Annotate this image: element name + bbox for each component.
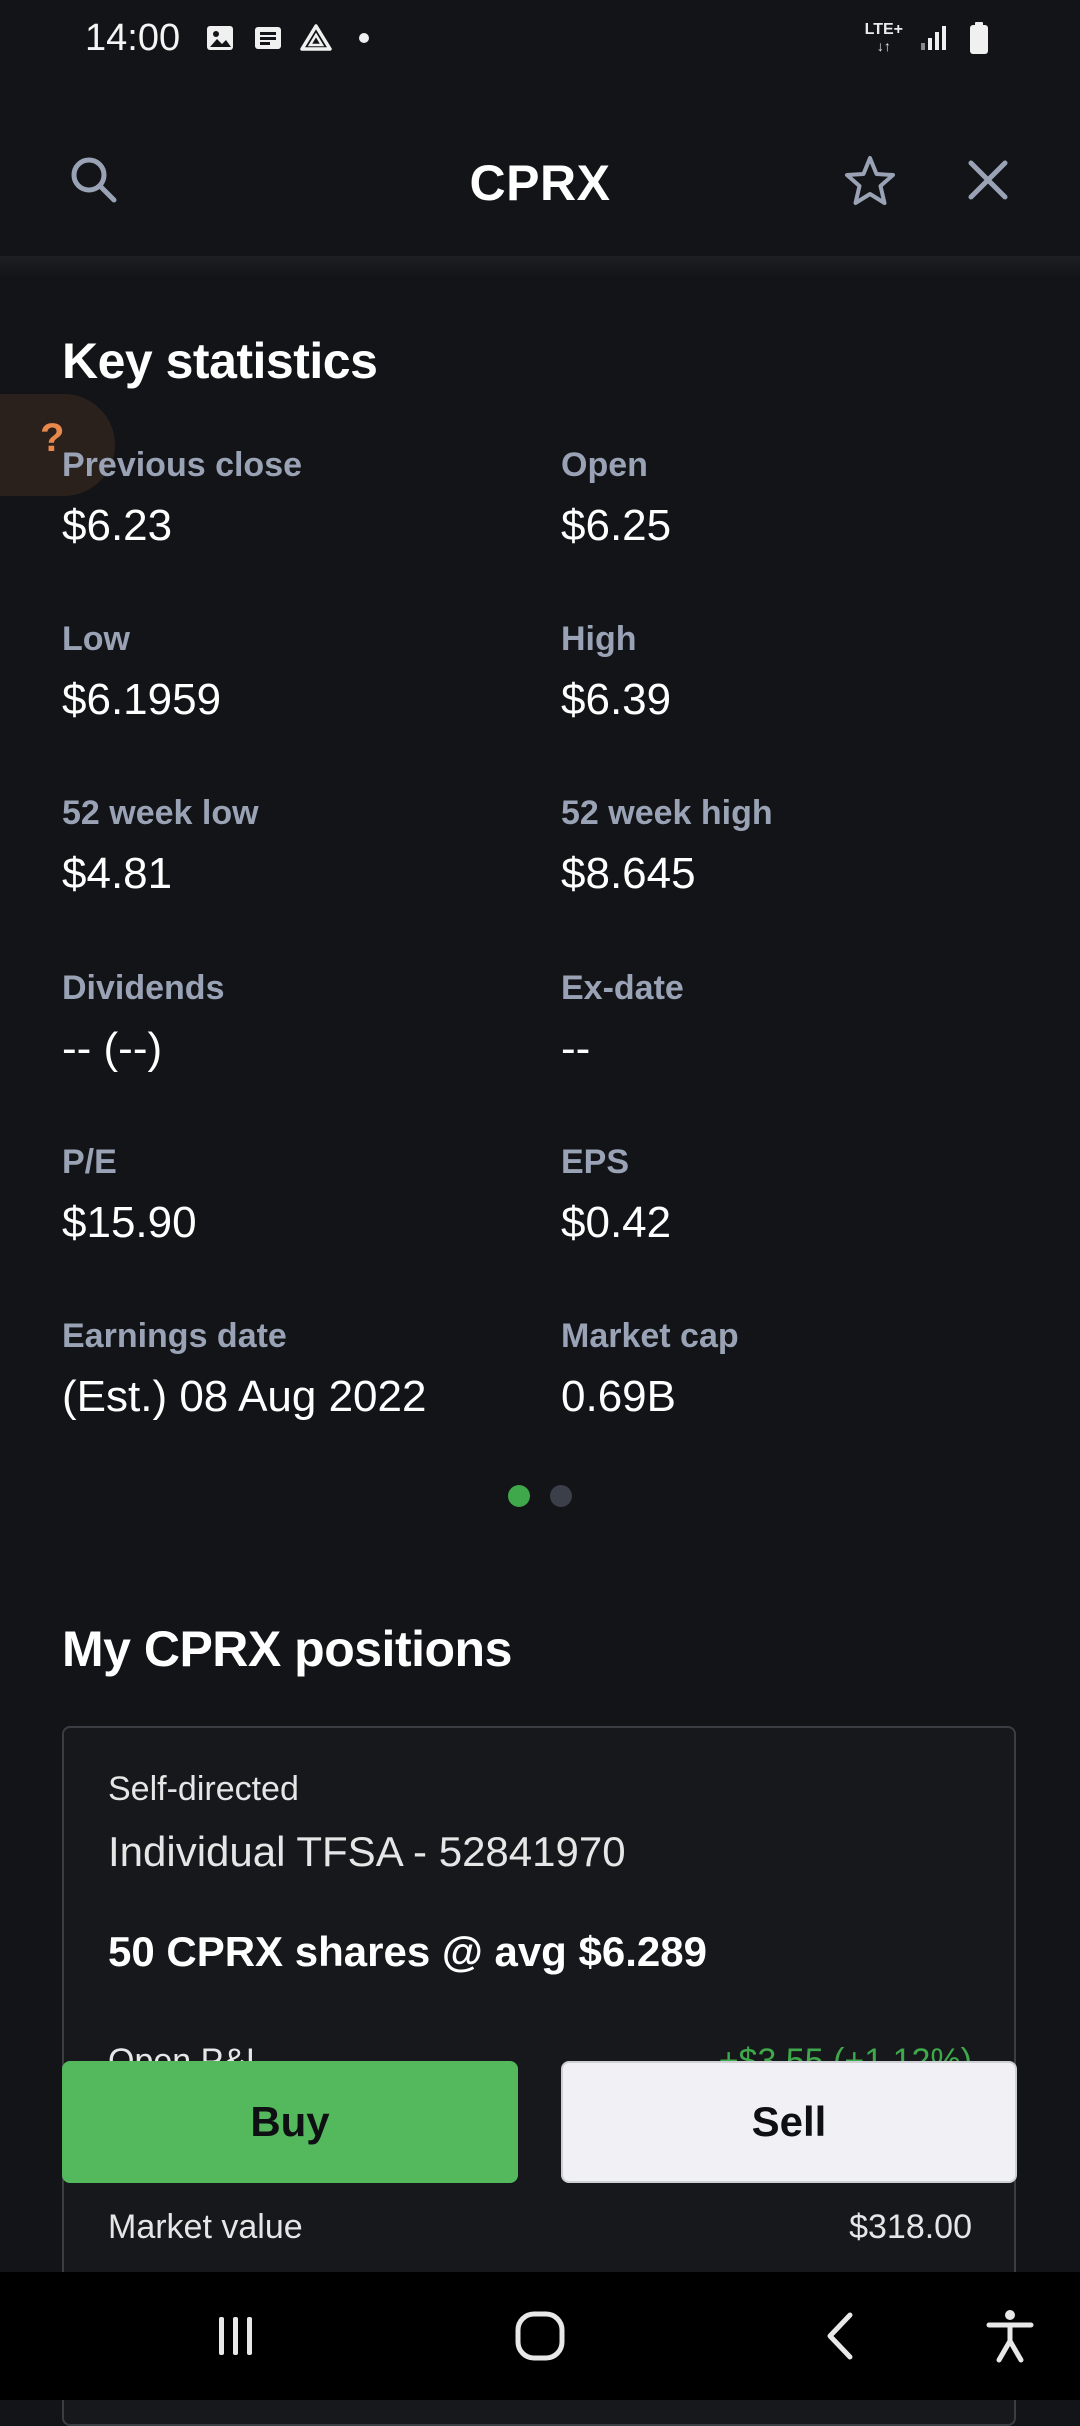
stat-value: --: [561, 1024, 591, 1073]
stat-value: $0.42: [561, 1198, 672, 1247]
stat-value: $6.23: [62, 501, 173, 550]
market-value: $318.00: [849, 2208, 972, 2246]
stat-label: Ex-date: [561, 969, 684, 1007]
star-icon: [845, 156, 895, 205]
watchlist-button[interactable]: [836, 148, 904, 216]
stat-label: Low: [62, 620, 130, 658]
market-value-label: Market value: [108, 2208, 303, 2246]
recent-apps-button[interactable]: [196, 2296, 276, 2376]
drive-icon: [300, 22, 332, 54]
app-header: CPRX: [0, 76, 1080, 258]
stat-label: P/E: [62, 1143, 117, 1181]
stat-value: $15.90: [62, 1198, 197, 1247]
page-title: CPRX: [469, 155, 611, 211]
positions-title: My CPRX positions: [62, 1621, 512, 1677]
back-button[interactable]: [802, 2296, 882, 2376]
status-time: 14:00: [85, 16, 181, 59]
network-type: LTE+ ↓↑: [864, 20, 903, 54]
stat-label: EPS: [561, 1143, 630, 1181]
stat-value: $4.81: [62, 849, 173, 898]
close-icon: [968, 160, 1008, 200]
stat-label: High: [561, 620, 637, 658]
account-type: Self-directed: [108, 1770, 299, 1808]
stat-pe: P/E $15.90: [62, 1143, 522, 1248]
stat-eps: EPS $0.42: [561, 1143, 1021, 1248]
stat-market-cap: Market cap 0.69B: [561, 1317, 1021, 1422]
signal-icon: [917, 22, 949, 54]
stat-value: $6.25: [561, 501, 672, 550]
help-icon: ?: [40, 416, 65, 460]
stat-dividends: Dividends -- (--): [62, 969, 522, 1074]
stat-label: 52 week high: [561, 794, 773, 832]
news-icon: [252, 22, 284, 54]
stat-open: Open $6.25: [561, 446, 1021, 551]
stat-low: Low $6.1959: [62, 620, 522, 725]
pager-dot-2[interactable]: [550, 1485, 572, 1507]
stat-label: Open: [561, 446, 648, 484]
battery-icon: [963, 22, 995, 54]
status-bar: 14:00 LTE+ ↓↑: [0, 0, 1080, 76]
stat-ex-date: Ex-date --: [561, 969, 1021, 1074]
stat-earnings-date: Earnings date (Est.) 08 Aug 2022: [62, 1317, 522, 1422]
stat-value: 0.69B: [561, 1372, 676, 1421]
accessibility-button[interactable]: [970, 2296, 1050, 2376]
position-summary: 50 CPRX shares @ avg $6.289: [108, 1928, 707, 1975]
home-button[interactable]: [500, 2296, 580, 2376]
system-nav-bar: [0, 2272, 1080, 2400]
account-name: Individual TFSA - 52841970: [108, 1828, 626, 1875]
close-button[interactable]: [956, 148, 1020, 212]
back-icon: [827, 2312, 853, 2360]
key-statistics-title: Key statistics: [62, 333, 378, 389]
accessibility-icon: [986, 2310, 1034, 2363]
stats-pager: [0, 1485, 1080, 1507]
stat-52-week-low: 52 week low $4.81: [62, 794, 522, 899]
image-icon: [204, 22, 236, 54]
header-divider: [0, 256, 1080, 278]
buy-button[interactable]: Buy: [62, 2061, 518, 2183]
stat-label: Previous close: [62, 446, 303, 484]
stat-label: Earnings date: [62, 1317, 287, 1355]
stat-value: $6.39: [561, 675, 672, 724]
home-icon: [515, 2311, 565, 2361]
recent-apps-icon: [219, 2317, 252, 2355]
stat-high: High $6.39: [561, 620, 1021, 725]
pager-dot-1[interactable]: [508, 1485, 530, 1507]
stat-label: 52 week low: [62, 794, 259, 832]
stat-label: Dividends: [62, 969, 225, 1007]
dot-icon: [348, 22, 380, 54]
stat-value: $8.645: [561, 849, 696, 898]
sell-button[interactable]: Sell: [561, 2061, 1017, 2183]
stat-previous-close: Previous close $6.23: [62, 446, 522, 551]
stat-value: (Est.) 08 Aug 2022: [62, 1372, 427, 1421]
stat-value: $6.1959: [62, 675, 222, 724]
stat-52-week-high: 52 week high $8.645: [561, 794, 1021, 899]
stat-value: -- (--): [62, 1024, 163, 1073]
stat-label: Market cap: [561, 1317, 739, 1355]
